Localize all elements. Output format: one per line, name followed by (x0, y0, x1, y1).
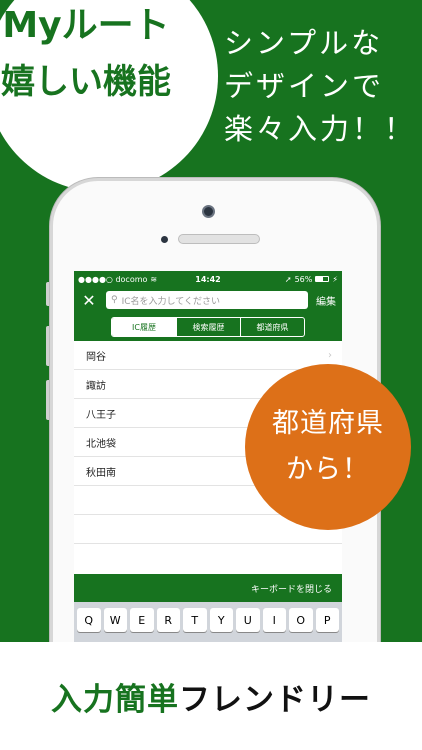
list-item-label: 八王子 (86, 409, 116, 421)
promo-tagline: シンプルな デザインで 楽々入力！！ (224, 22, 420, 151)
tagline-line-2: デザインで (224, 69, 385, 103)
proximity-sensor (161, 236, 168, 243)
battery-icon (315, 276, 330, 282)
segment-bar: IC履歴 検索履歴 都道府県 (74, 313, 342, 341)
key-u[interactable]: U (236, 608, 260, 632)
close-icon: ✕ (82, 290, 96, 310)
list-item-label: 岡谷 (86, 351, 106, 363)
key-o[interactable]: O (289, 608, 313, 632)
badge-line-1: Myルート (2, 5, 170, 46)
front-camera-icon (202, 205, 215, 218)
key-e[interactable]: E (130, 608, 154, 632)
badge-line-2: 嬉しい機能 (1, 62, 171, 102)
search-icon: ⚲ (111, 295, 118, 305)
callout-line-1: 都道府県 (272, 408, 384, 439)
close-keyboard-button[interactable]: キーボードを閉じる (251, 582, 332, 595)
key-y[interactable]: Y (209, 608, 233, 632)
footer-title-part-1: 入力簡単 (51, 681, 179, 718)
key-p[interactable]: P (315, 608, 339, 632)
footer-title-part-2: フレンドリー (179, 681, 371, 718)
search-placeholder: IC名を入力してください (121, 296, 220, 307)
status-time: 14:42 (195, 274, 221, 284)
keyboard: Q W E R T Y U I O P (74, 602, 342, 642)
list-item[interactable]: 岡谷 › (74, 341, 342, 370)
list-item-label: 秋田南 (86, 467, 116, 479)
footer-banner: 入力簡単フレンドリー (0, 642, 422, 750)
tagline-line-3: 楽々入力！！ (224, 112, 417, 146)
key-w[interactable]: W (103, 608, 127, 632)
key-r[interactable]: R (156, 608, 180, 632)
search-navbar: ✕ ⚲ IC名を入力してください 編集 (74, 287, 342, 313)
tagline-line-1: シンプルな (224, 26, 384, 60)
status-bar: ●●●●○ docomo ≋ 14:42 ➚ 56% ⚡ (74, 271, 342, 287)
key-t[interactable]: T (183, 608, 207, 632)
segmented-control: IC履歴 検索履歴 都道府県 (111, 317, 305, 337)
chevron-right-icon: › (328, 349, 332, 361)
earpiece-speaker (178, 234, 260, 244)
tab-search-history[interactable]: 検索履歴 (176, 318, 240, 336)
tab-ic-history[interactable]: IC履歴 (112, 318, 176, 336)
footer-title: 入力簡単フレンドリー (51, 674, 371, 719)
callout-line-2: から！ (286, 454, 370, 485)
list-item-label: 北池袋 (86, 438, 116, 450)
search-input[interactable]: ⚲ IC名を入力してください (106, 291, 308, 309)
tab-prefecture[interactable]: 都道府県 (240, 318, 304, 336)
keyboard-toolbar: キーボードを閉じる (74, 574, 342, 602)
close-button[interactable]: ✕ (80, 291, 98, 310)
edit-button[interactable]: 編集 (316, 293, 336, 308)
list-item-label: 諏訪 (86, 380, 106, 392)
key-q[interactable]: Q (77, 608, 101, 632)
prefecture-callout-badge: 都道府県 から！ (245, 364, 411, 530)
key-i[interactable]: I (262, 608, 286, 632)
